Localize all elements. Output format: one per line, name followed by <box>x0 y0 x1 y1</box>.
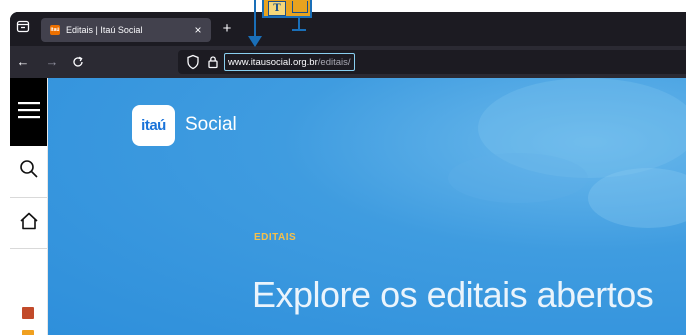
screen-outline-icon <box>292 1 308 13</box>
reload-button[interactable] <box>68 52 88 72</box>
brand-suffix: Social <box>185 114 237 135</box>
search-button[interactable] <box>10 146 47 198</box>
browser-window: itaú Editais | Itaú Social × + ← → www.i… <box>10 12 686 335</box>
new-tab-button[interactable]: + <box>217 19 237 39</box>
text-tool-icon: T <box>262 0 312 18</box>
url-host: www.itausocial.org.br <box>228 56 318 68</box>
text-letter-icon: T <box>268 1 286 16</box>
itau-logo[interactable]: itaú <box>132 105 175 146</box>
address-bar[interactable]: www.itausocial.org.br/editais/ <box>178 50 686 74</box>
lock-icon[interactable] <box>207 55 219 69</box>
tabs-list-button[interactable] <box>12 19 34 39</box>
side-navigation <box>10 78 48 335</box>
sidebar-square-red[interactable] <box>22 307 34 319</box>
hero-texture <box>448 78 686 228</box>
annotation-arrow-line <box>254 0 256 38</box>
annotation-stand-base <box>292 29 306 31</box>
menu-button[interactable] <box>10 78 47 146</box>
tab-editais[interactable]: itaú Editais | Itaú Social × <box>41 18 211 42</box>
tab-title: Editais | Itaú Social <box>66 25 143 35</box>
tabs-list-icon <box>16 20 30 38</box>
section-label: EDITAIS <box>254 232 297 243</box>
hamburger-menu-icon <box>17 101 40 124</box>
home-button[interactable] <box>10 198 47 249</box>
tab-bar: itaú Editais | Itaú Social × + <box>10 12 686 46</box>
tracking-protection-shield-icon[interactable] <box>186 54 200 70</box>
url-text[interactable]: www.itausocial.org.br/editais/ <box>224 53 355 71</box>
page-content: itaú Social EDITAIS Explore os editais a… <box>10 78 686 335</box>
annotation-arrow-head <box>248 36 262 47</box>
url-path: /editais/ <box>317 56 351 68</box>
navigation-toolbar: ← → www.itausocial.org.br/editais/ <box>10 46 686 78</box>
logo-text: itaú <box>141 117 166 134</box>
close-tab-icon[interactable]: × <box>191 23 205 37</box>
forward-button[interactable]: → <box>42 52 62 72</box>
page-headline: Explore os editais abertos <box>252 274 654 315</box>
reload-icon <box>72 56 84 71</box>
hero-banner: itaú Social EDITAIS Explore os editais a… <box>48 78 686 335</box>
itau-favicon-icon: itaú <box>50 25 60 35</box>
back-button[interactable]: ← <box>13 52 33 72</box>
search-icon <box>19 159 39 184</box>
home-icon <box>19 212 39 235</box>
sidebar-square-orange[interactable] <box>22 330 34 335</box>
